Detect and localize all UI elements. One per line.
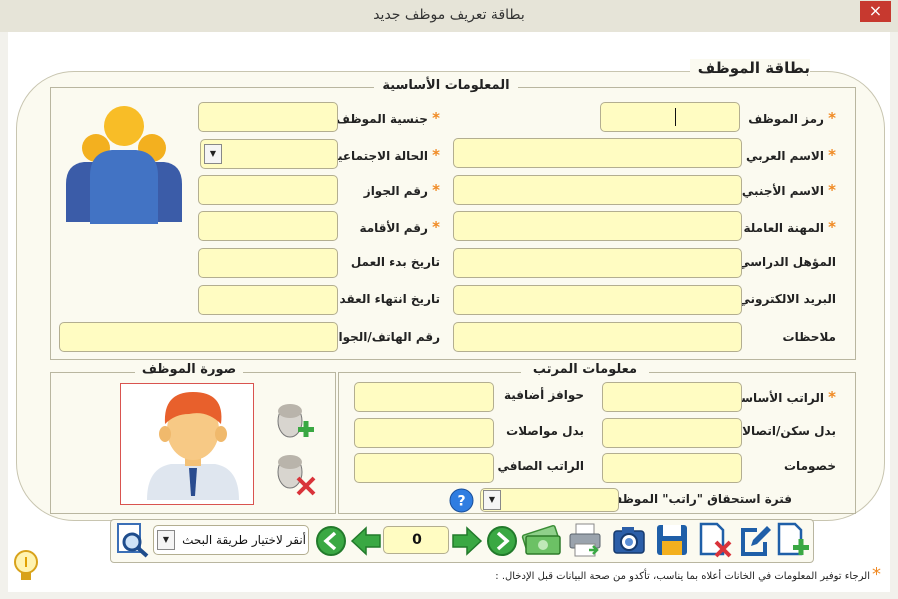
qualification-input[interactable] [453,248,742,278]
help-glyph: ? [457,494,465,510]
window-title: بطاقة تعريف موظف جديد [373,7,525,23]
edit-record-icon[interactable] [737,522,773,558]
profession-input[interactable] [453,211,742,241]
photo-legend: صورة الموظف [135,362,243,377]
dropdown-arrow-icon[interactable]: ▼ [483,490,501,510]
salary-legend: معلومات المرتب [521,362,649,377]
salary-money-icon[interactable] [520,522,564,558]
bonuses-input[interactable] [354,382,494,412]
employee-photo-placeholder-icon [147,392,239,500]
notes-input[interactable] [453,322,742,352]
deductions-input[interactable] [602,453,742,483]
save-icon[interactable] [655,523,689,557]
add-photo-icon[interactable] [272,401,316,443]
nationality-input[interactable] [198,102,338,132]
marital-status-select[interactable]: ▼ [200,139,338,169]
foreign-name-label: * الاسم الأجنبي [741,181,836,199]
net-salary-input[interactable] [354,453,494,483]
arabic-name-label: * الاسم العربي [746,146,836,164]
basic-salary-label: * الراتب الأساسي [729,388,836,406]
notes-label: ملاحظات [782,330,836,344]
help-icon[interactable]: ? [449,488,474,513]
email-label: البريد الالكتروني [738,292,836,306]
basic-info-legend: المعلومات الأساسية [374,78,518,93]
close-button[interactable]: × [860,1,891,22]
footer-note: الرجاء توفير المعلومات في الخانات أعلاه … [495,571,870,582]
employee-code-label: * رمز الموظف [748,109,836,127]
dropdown-arrow-icon[interactable]: ▼ [204,144,222,164]
last-record-icon[interactable] [486,525,518,557]
add-record-icon[interactable] [775,522,811,558]
phone-input[interactable] [59,322,338,352]
profession-label: * المهنة العاملة [743,218,837,236]
contract-end-input[interactable] [198,285,338,315]
previous-record-icon[interactable] [350,525,382,557]
qualification-label: المؤهل الدراسي [738,255,836,269]
phone-label: رقم الهاتف/الجوال [328,330,440,344]
contract-end-label: تاريخ انتهاء العقد [339,292,440,306]
dropdown-arrow-icon[interactable]: ▼ [157,530,175,550]
remove-photo-icon[interactable] [272,452,316,496]
salary-period-label: فترة استحقاق "راتب" الموظف [608,492,792,506]
record-number: 0 [412,532,422,548]
employees-group-icon [66,106,182,224]
delete-record-icon[interactable] [697,522,733,558]
print-icon[interactable] [567,522,603,558]
marital-status-label: * الحالة الاجتماعية [330,146,440,164]
search-icon[interactable] [114,522,150,558]
residence-no-label: * رقم الأقامة [359,218,440,236]
foreign-name-input[interactable] [453,175,742,205]
footer-asterisk: * [872,564,881,585]
record-number-input[interactable]: 0 [383,526,449,554]
search-method-text: أنقر لاختيار طريقة البحث [182,533,306,547]
search-method-select[interactable]: ▼ أنقر لاختيار طريقة البحث [153,525,309,555]
start-date-label: تاريخ بدء العمل [350,255,440,269]
start-date-input[interactable] [198,248,338,278]
email-input[interactable] [453,285,742,315]
next-record-icon[interactable] [451,525,483,557]
passport-no-input[interactable] [198,175,338,205]
salary-period-select[interactable]: ▼ [480,488,619,512]
camera-icon[interactable] [611,522,647,558]
transport-allowance-input[interactable] [354,418,494,448]
employee-code-input[interactable] [600,102,740,132]
housing-allowance-label: بدل سكن/اتصالات [730,424,836,438]
nationality-label: * جنسية الموظف [336,109,440,127]
first-record-icon[interactable] [315,525,347,557]
deductions-label: خصومات [784,459,836,473]
lightbulb-icon [14,550,38,580]
transport-allowance-label: بدل مواصلات [506,424,584,438]
housing-allowance-input[interactable] [602,418,742,448]
passport-no-label: * رقم الجواز [363,181,440,199]
bonuses-label: حوافز أضافية [503,388,584,402]
arabic-name-input[interactable] [453,138,742,168]
net-salary-label: الراتب الصافي [497,459,584,473]
card-title: بطاقة الموظف [690,59,810,81]
text-caret [675,108,676,126]
residence-no-input[interactable] [198,211,338,241]
basic-salary-input[interactable] [602,382,742,412]
